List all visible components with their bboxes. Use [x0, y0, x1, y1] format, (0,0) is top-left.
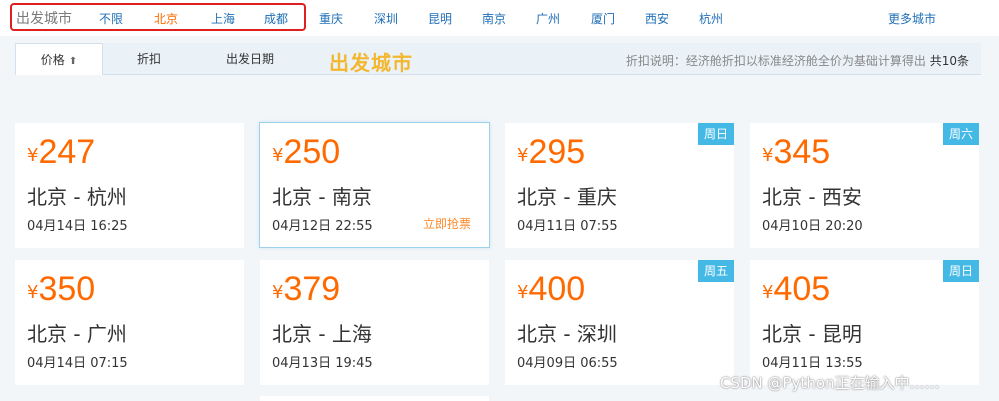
- route: 北京 - 上海: [272, 322, 372, 346]
- currency-symbol: ¥: [762, 145, 774, 166]
- arrow-up-icon: ⬆: [68, 56, 78, 67]
- departure-time: 04月10日 20:20: [762, 219, 863, 234]
- price-value: 295: [528, 133, 586, 171]
- price-value: 379: [283, 270, 341, 308]
- city-link-any[interactable]: 不限: [99, 10, 123, 27]
- price-value: 400: [528, 270, 586, 308]
- price-value: 345: [773, 133, 831, 171]
- departure-time: 04月13日 19:45: [272, 356, 373, 371]
- price: ¥400: [517, 270, 585, 309]
- flight-card[interactable]: 周六 ¥345 北京 - 西安 04月10日 20:20: [750, 123, 979, 248]
- flight-card[interactable]: 周日 ¥295 北京 - 重庆 04月11日 07:55: [505, 123, 734, 248]
- city-link-beijing[interactable]: 北京: [154, 10, 178, 27]
- tab-label: 出发日期: [225, 52, 274, 66]
- weekday-badge: 周日: [943, 260, 979, 282]
- city-link-xiamen[interactable]: 厦门: [591, 10, 615, 27]
- currency-symbol: ¥: [27, 282, 39, 303]
- route: 北京 - 广州: [27, 322, 127, 346]
- tab-label: 折扣: [136, 52, 161, 66]
- weekday-badge: 周五: [698, 260, 734, 282]
- city-link-hangzhou[interactable]: 杭州: [699, 10, 723, 27]
- discount-note: 折扣说明：经济舱折扣以标准经济舱全价为基础计算得出 共10条: [626, 52, 969, 69]
- departure-city-bar: 出发城市 不限 北京 上海 成都 重庆 深圳 昆明 南京 广州 厦门 西安 杭州…: [0, 0, 999, 36]
- weekday-badge: 周六: [943, 123, 979, 145]
- currency-symbol: ¥: [272, 145, 284, 166]
- route: 北京 - 杭州: [27, 185, 127, 209]
- overlay-caption: 出发城市: [329, 51, 413, 75]
- price-value: 250: [283, 133, 341, 171]
- tab-label: 价格: [40, 53, 65, 67]
- city-link-chongqing[interactable]: 重庆: [319, 10, 343, 27]
- tab-sort-discount[interactable]: 折扣: [103, 43, 195, 75]
- route: 北京 - 南京: [272, 185, 372, 209]
- flight-card[interactable]: ¥379 北京 - 上海 04月13日 19:45: [260, 260, 489, 385]
- currency-symbol: ¥: [272, 282, 284, 303]
- departure-time: 04月14日 16:25: [27, 219, 128, 234]
- route: 北京 - 西安: [762, 185, 862, 209]
- city-link-shanghai[interactable]: 上海: [211, 10, 235, 27]
- price-value: 247: [38, 133, 96, 171]
- price: ¥247: [27, 133, 95, 172]
- price: ¥405: [762, 270, 830, 309]
- price: ¥379: [272, 270, 340, 309]
- departure-time: 04月11日 13:55: [762, 356, 863, 371]
- price: ¥350: [27, 270, 95, 309]
- flight-card[interactable]: ¥247 北京 - 杭州 04月14日 16:25: [15, 123, 244, 248]
- city-link-xian[interactable]: 西安: [645, 10, 669, 27]
- discount-note-text: 折扣说明：经济舱折扣以标准经济舱全价为基础计算得出: [625, 54, 926, 68]
- watermark: CSDN @Python正在输入中……: [720, 374, 940, 392]
- flight-card[interactable]: ¥250 北京 - 南京 04月12日 22:55 立即抢票: [259, 122, 490, 248]
- departure-time: 04月09日 06:55: [517, 356, 618, 371]
- departure-time: 04月11日 07:55: [517, 219, 618, 234]
- departure-time: 04月14日 07:15: [27, 356, 128, 371]
- tab-sort-price[interactable]: 价格 ⬆: [15, 43, 103, 75]
- route: 北京 - 深圳: [517, 322, 617, 346]
- flight-card[interactable]: 周五 ¥400 北京 - 深圳 04月09日 06:55: [505, 260, 734, 385]
- flight-card[interactable]: 周日 ¥405 北京 - 昆明 04月11日 13:55: [750, 260, 979, 385]
- tab-sort-departure-date[interactable]: 出发日期: [195, 43, 305, 75]
- sort-bar: 价格 ⬆ 折扣 出发日期 出发城市 折扣说明：经济舱折扣以标准经济舱全价为基础计算…: [15, 43, 981, 75]
- price: ¥345: [762, 133, 830, 172]
- more-cities-link[interactable]: 更多城市: [888, 10, 936, 27]
- departure-time: 04月12日 22:55: [272, 219, 373, 234]
- weekday-badge: 周日: [698, 123, 734, 145]
- currency-symbol: ¥: [517, 282, 529, 303]
- currency-symbol: ¥: [762, 282, 774, 303]
- city-link-nanjing[interactable]: 南京: [482, 10, 506, 27]
- buy-now-link[interactable]: 立即抢票: [423, 215, 471, 232]
- currency-symbol: ¥: [27, 145, 39, 166]
- price: ¥295: [517, 133, 585, 172]
- flight-card-partial: [260, 396, 489, 401]
- currency-symbol: ¥: [517, 145, 529, 166]
- departure-city-label: 出发城市: [16, 11, 72, 27]
- city-link-chengdu[interactable]: 成都: [264, 10, 288, 27]
- result-count: 共10条: [929, 54, 969, 68]
- price-value: 405: [773, 270, 831, 308]
- route: 北京 - 昆明: [762, 322, 862, 346]
- city-link-shenzhen[interactable]: 深圳: [374, 10, 398, 27]
- route: 北京 - 重庆: [517, 185, 617, 209]
- city-link-guangzhou[interactable]: 广州: [536, 10, 560, 27]
- price: ¥250: [272, 133, 340, 172]
- flight-card[interactable]: ¥350 北京 - 广州 04月14日 07:15: [15, 260, 244, 385]
- price-value: 350: [38, 270, 96, 308]
- city-link-kunming[interactable]: 昆明: [428, 10, 452, 27]
